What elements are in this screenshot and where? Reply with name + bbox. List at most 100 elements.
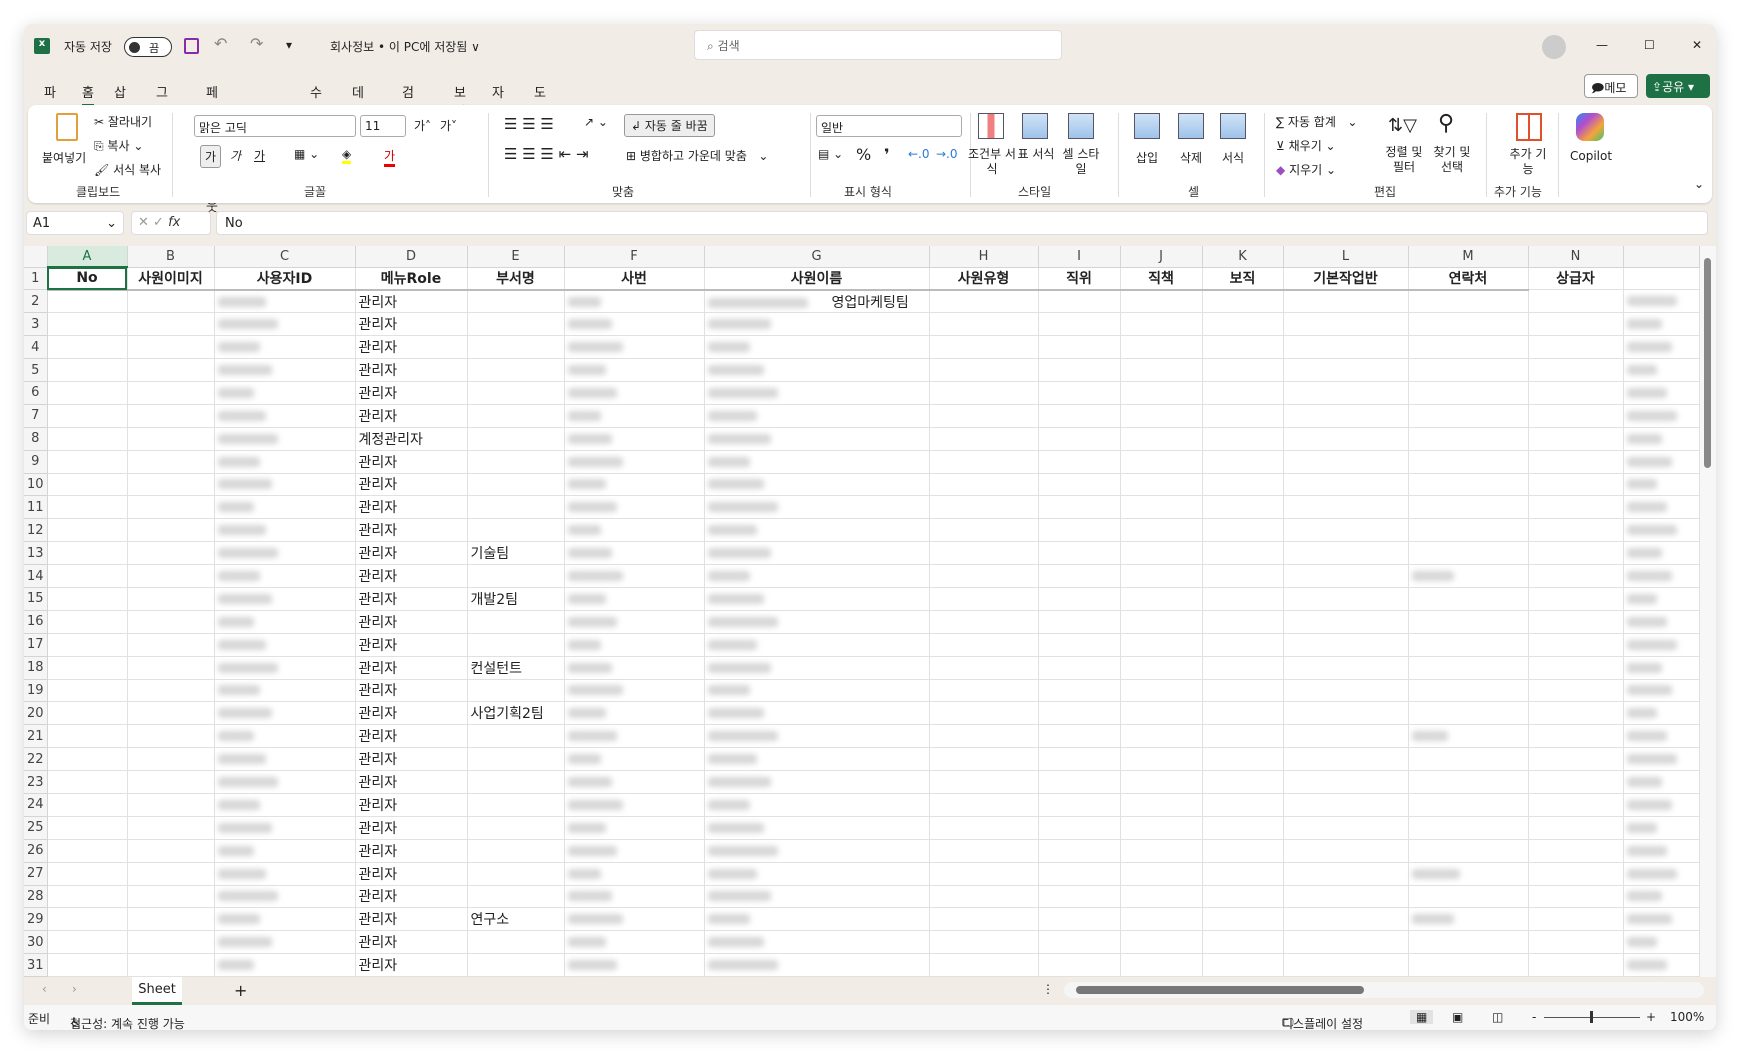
cell[interactable] xyxy=(47,953,128,977)
cell[interactable] xyxy=(1528,381,1624,405)
cell[interactable] xyxy=(704,473,930,497)
cell[interactable] xyxy=(467,358,565,382)
cell[interactable] xyxy=(214,770,356,794)
cell[interactable] xyxy=(1038,930,1121,955)
cell[interactable] xyxy=(214,633,356,657)
cell[interactable] xyxy=(704,633,930,657)
cell[interactable] xyxy=(929,953,1039,977)
cell[interactable] xyxy=(1120,381,1203,405)
cell[interactable] xyxy=(1623,862,1700,886)
cell[interactable] xyxy=(1038,541,1121,566)
cell[interactable] xyxy=(127,587,215,611)
cell[interactable] xyxy=(1283,724,1409,749)
cell[interactable] xyxy=(127,427,215,451)
column-header[interactable]: E xyxy=(467,246,565,268)
cell[interactable] xyxy=(127,404,215,428)
cell[interactable] xyxy=(1038,358,1121,382)
cell[interactable] xyxy=(1038,862,1121,886)
cell[interactable] xyxy=(1038,381,1121,405)
cell[interactable] xyxy=(47,679,128,703)
cell[interactable] xyxy=(1528,427,1624,451)
cell[interactable]: 관리자 xyxy=(355,793,468,817)
row-header[interactable]: 2 xyxy=(24,289,48,314)
cell[interactable] xyxy=(1408,747,1529,772)
cell[interactable] xyxy=(564,747,705,772)
normal-view-icon[interactable]: ▦ xyxy=(1410,1010,1434,1024)
cell[interactable] xyxy=(1202,289,1284,314)
cell[interactable] xyxy=(1202,473,1284,497)
header-cell[interactable] xyxy=(1623,267,1700,291)
cell[interactable] xyxy=(1038,701,1121,726)
cell[interactable] xyxy=(704,404,930,428)
cell[interactable] xyxy=(704,862,930,886)
cell[interactable] xyxy=(929,862,1039,886)
increase-decimal-icon[interactable]: ←.0 xyxy=(908,147,930,161)
cell[interactable] xyxy=(1283,816,1409,840)
cell[interactable] xyxy=(467,473,565,497)
cell[interactable]: 관리자 xyxy=(355,289,468,314)
cell[interactable] xyxy=(1202,450,1284,474)
minimize-icon[interactable]: — xyxy=(1596,38,1608,52)
cell[interactable] xyxy=(1120,518,1203,543)
cell[interactable] xyxy=(1120,289,1203,314)
cell-styles-button[interactable]: 셀 스타일 xyxy=(1058,147,1104,177)
cell[interactable] xyxy=(1202,930,1284,955)
cell[interactable] xyxy=(1202,679,1284,703)
cell[interactable] xyxy=(1283,312,1409,337)
cell[interactable] xyxy=(1528,839,1624,863)
cell[interactable] xyxy=(929,450,1039,474)
insert-function-button[interactable]: fx xyxy=(168,215,180,230)
cell[interactable]: 관리자 xyxy=(355,495,468,520)
cell[interactable] xyxy=(467,450,565,474)
cell[interactable] xyxy=(1283,358,1409,382)
cell[interactable] xyxy=(1528,953,1624,977)
cell[interactable] xyxy=(127,885,215,909)
cell[interactable] xyxy=(1623,953,1700,977)
column-header[interactable]: H xyxy=(929,246,1039,268)
cell[interactable] xyxy=(1202,862,1284,886)
cell[interactable] xyxy=(1283,381,1409,405)
column-header[interactable]: I xyxy=(1038,246,1121,268)
cell[interactable] xyxy=(1623,839,1700,863)
row-header[interactable]: 4 xyxy=(24,335,48,360)
next-sheet-icon[interactable]: › xyxy=(72,982,77,996)
cell[interactable] xyxy=(929,656,1039,680)
accounting-format-icon[interactable]: ▤ ⌄ xyxy=(818,147,843,161)
cell[interactable] xyxy=(704,747,930,772)
cell[interactable] xyxy=(1623,656,1700,680)
cell[interactable] xyxy=(1528,747,1624,772)
page-layout-view-icon[interactable]: ▣ xyxy=(1452,1010,1463,1024)
cell[interactable]: 관리자 xyxy=(355,541,468,566)
row-header[interactable]: 24 xyxy=(24,793,48,817)
cell[interactable] xyxy=(1623,289,1700,314)
font-size-select[interactable]: 11 xyxy=(360,115,406,137)
cell[interactable] xyxy=(704,541,930,566)
cell[interactable] xyxy=(467,862,565,886)
cell[interactable] xyxy=(704,312,930,337)
cell[interactable] xyxy=(1528,587,1624,611)
cell[interactable] xyxy=(47,701,128,726)
add-ins-button[interactable]: 추가 기능 xyxy=(1508,147,1548,177)
cell[interactable] xyxy=(214,656,356,680)
row-header[interactable]: 28 xyxy=(24,885,48,909)
cell[interactable] xyxy=(214,885,356,909)
cell[interactable] xyxy=(214,312,356,337)
cell[interactable]: 관리자 xyxy=(355,473,468,497)
cell[interactable] xyxy=(1623,724,1700,749)
cell[interactable] xyxy=(1283,747,1409,772)
row-header[interactable]: 26 xyxy=(24,839,48,863)
cell[interactable] xyxy=(467,770,565,794)
cell[interactable] xyxy=(127,289,215,314)
font-color-icon[interactable]: 가 xyxy=(384,147,396,167)
cell[interactable] xyxy=(1623,312,1700,337)
header-cell[interactable]: 메뉴Role xyxy=(355,267,468,291)
format-table-button[interactable]: 표 서식 xyxy=(1016,147,1056,162)
cell[interactable] xyxy=(1202,610,1284,634)
header-cell[interactable]: 연락처 xyxy=(1408,267,1529,291)
cell[interactable] xyxy=(1283,518,1409,543)
cell[interactable] xyxy=(47,656,128,680)
cell[interactable] xyxy=(47,541,128,566)
cell[interactable] xyxy=(47,724,128,749)
close-icon[interactable]: ✕ xyxy=(1692,38,1702,52)
cell[interactable] xyxy=(467,312,565,337)
